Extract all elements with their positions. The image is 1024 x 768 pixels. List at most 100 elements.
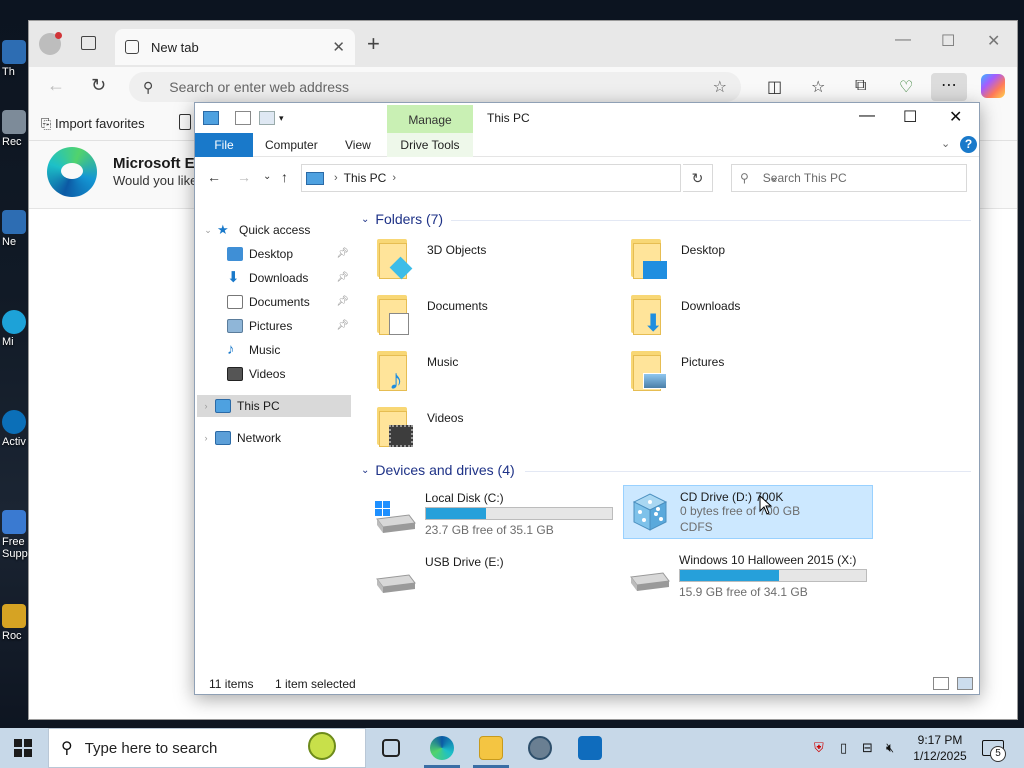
back-icon[interactable]: ← — [47, 75, 65, 96]
search-highlight-icon[interactable] — [308, 732, 336, 760]
app-taskbar-icon[interactable] — [528, 736, 552, 760]
details-view-icon[interactable] — [933, 677, 949, 690]
browser-essentials-icon[interactable]: ♡ — [899, 77, 913, 97]
nav-network[interactable]: › Network — [197, 427, 351, 449]
3d-objects-icon — [375, 239, 413, 280]
expand-arrow-icon[interactable]: › — [197, 395, 215, 417]
more-options-button[interactable]: ⋯ — [931, 73, 967, 101]
desktop-shortcut[interactable]: Roc — [2, 604, 30, 642]
store-taskbar-icon[interactable] — [578, 736, 602, 760]
capacity-bar — [425, 507, 613, 520]
close-tab-icon[interactable]: ✕ — [332, 38, 345, 56]
document-icon[interactable] — [179, 114, 191, 130]
tab-actions-icon[interactable] — [81, 36, 96, 50]
minimize-button[interactable]: — — [895, 31, 911, 49]
recent-locations-icon[interactable]: ⌄ — [263, 171, 271, 182]
maximize-button[interactable]: ☐ — [903, 107, 917, 127]
edge-shortcut[interactable]: Mi — [2, 310, 30, 348]
expand-arrow-icon[interactable]: ⌄ — [199, 219, 217, 241]
close-button[interactable]: ✕ — [987, 31, 1000, 51]
folder-desktop[interactable]: Desktop — [629, 237, 879, 287]
address-bar[interactable]: › This PC › ⌄ — [301, 164, 778, 192]
nav-downloads[interactable]: ⬇ Downloads 📌︎ — [227, 267, 349, 289]
minimize-button[interactable]: — — [859, 107, 875, 125]
start-button[interactable] — [14, 739, 32, 757]
help-icon[interactable]: ? — [960, 136, 977, 153]
tab-file[interactable]: File — [195, 133, 253, 157]
tab-computer[interactable]: Computer — [259, 133, 324, 157]
shortcut-icon — [2, 210, 26, 234]
drive-windows-x[interactable]: Windows 10 Halloween 2015 (X:) 15.9 GB f… — [623, 549, 873, 603]
pin-icon[interactable]: 📌︎ — [336, 243, 349, 265]
nav-desktop[interactable]: Desktop 📌︎ — [227, 243, 349, 265]
favorite-star-icon[interactable]: ☆ — [713, 77, 727, 97]
network-tray-icon[interactable]: ⊟ — [862, 740, 873, 756]
folder-videos[interactable]: Videos — [375, 405, 625, 455]
folder-downloads[interactable]: ⬇ Downloads — [629, 293, 879, 343]
quick-access-dropdown-icon[interactable]: ▾ — [279, 113, 289, 127]
profile-status-dot — [55, 32, 62, 39]
capacity-bar — [679, 569, 867, 582]
group-divider — [525, 471, 971, 472]
properties-icon[interactable] — [235, 111, 251, 125]
import-favorites-link[interactable]: ⎘ Import favorites — [41, 116, 145, 132]
copilot-icon[interactable] — [981, 74, 1005, 98]
pin-icon[interactable]: 📌︎ — [336, 315, 349, 337]
task-view-icon[interactable] — [382, 739, 400, 757]
forward-icon[interactable]: → — [237, 169, 251, 185]
pin-icon[interactable]: 📌︎ — [336, 291, 349, 313]
folders-group-header[interactable]: ⌄ Folders (7) — [361, 211, 443, 227]
drive-local-disk-c[interactable]: Local Disk (C:) 23.7 GB free of 35.1 GB — [369, 487, 619, 541]
tab-drive-tools[interactable]: Drive Tools — [387, 133, 473, 157]
large-icons-view-icon[interactable] — [957, 677, 973, 690]
new-folder-icon[interactable] — [259, 111, 275, 125]
split-screen-icon[interactable]: ◫ — [767, 77, 782, 97]
desktop-shortcut[interactable]: Ne — [2, 210, 30, 248]
breadcrumb-separator-icon[interactable]: › — [392, 172, 396, 184]
tab-new-tab[interactable]: New tab ✕ — [115, 29, 355, 65]
tab-view[interactable]: View — [339, 133, 377, 157]
folder-music[interactable]: ♪ Music — [375, 349, 625, 399]
expand-ribbon-icon[interactable]: ⌄ — [941, 137, 950, 150]
expand-arrow-icon[interactable]: › — [197, 427, 215, 449]
desktop-shortcut[interactable]: Th — [2, 40, 30, 78]
folder-3d-objects[interactable]: 3D Objects — [375, 237, 625, 287]
explorer-title-bar: ▾ Manage This PC — ☐ ✕ — [195, 103, 979, 133]
folder-pictures[interactable]: Pictures — [629, 349, 879, 399]
close-button[interactable]: ✕ — [949, 107, 962, 127]
edge-taskbar-icon[interactable] — [430, 736, 454, 760]
search-input[interactable]: ⚲ Search This PC — [731, 164, 967, 192]
manage-contextual-tab[interactable]: Manage — [387, 105, 473, 133]
nav-quick-access[interactable]: ⌄ ★ Quick access — [199, 219, 349, 241]
nav-pictures[interactable]: Pictures 📌︎ — [227, 315, 349, 337]
drive-usb-e[interactable]: USB Drive (E:) — [369, 551, 619, 605]
breadcrumb-this-pc[interactable]: This PC — [344, 171, 387, 185]
collections-icon[interactable]: ⧉ — [855, 77, 866, 95]
drive-cd-d[interactable]: CD Drive (D:) 700K 0 bytes free of 700 G… — [623, 485, 873, 539]
desktop-shortcut[interactable]: Activ — [2, 410, 30, 448]
security-icon[interactable]: ⛨ — [814, 740, 824, 756]
pin-icon[interactable]: 📌︎ — [336, 267, 349, 289]
status-bar: 11 items 1 item selected — [195, 673, 979, 695]
clock[interactable]: 9:17 PM 1/12/2025 — [908, 732, 972, 764]
drives-group-header[interactable]: ⌄ Devices and drives (4) — [361, 462, 515, 478]
nav-documents[interactable]: Documents 📌︎ — [227, 291, 349, 313]
file-explorer-taskbar-icon[interactable] — [479, 736, 503, 760]
nav-videos[interactable]: Videos — [227, 363, 349, 385]
volume-muted-icon[interactable]: 🔇︎ — [886, 740, 894, 756]
favorites-icon[interactable]: ☆ — [811, 77, 825, 97]
search-icon: ⚲ — [61, 740, 73, 757]
desktop-shortcut[interactable]: Free Supp — [2, 510, 30, 560]
nav-music[interactable]: ♪ Music — [227, 339, 349, 361]
maximize-button[interactable]: ☐ — [941, 31, 955, 51]
address-bar[interactable]: ⚲ Search or enter web address ☆ — [129, 72, 741, 102]
folder-documents[interactable]: Documents — [375, 293, 625, 343]
refresh-button[interactable]: ↻ — [683, 164, 713, 192]
new-tab-button[interactable]: + — [367, 31, 380, 57]
recycle-bin-shortcut[interactable]: Rec — [2, 110, 30, 148]
refresh-icon[interactable]: ↻ — [91, 75, 106, 96]
usb-eject-icon[interactable]: ▯ — [840, 740, 847, 756]
up-icon[interactable]: ↑ — [281, 169, 288, 185]
nav-this-pc[interactable]: › This PC — [197, 395, 351, 417]
back-icon[interactable]: ← — [207, 169, 221, 185]
